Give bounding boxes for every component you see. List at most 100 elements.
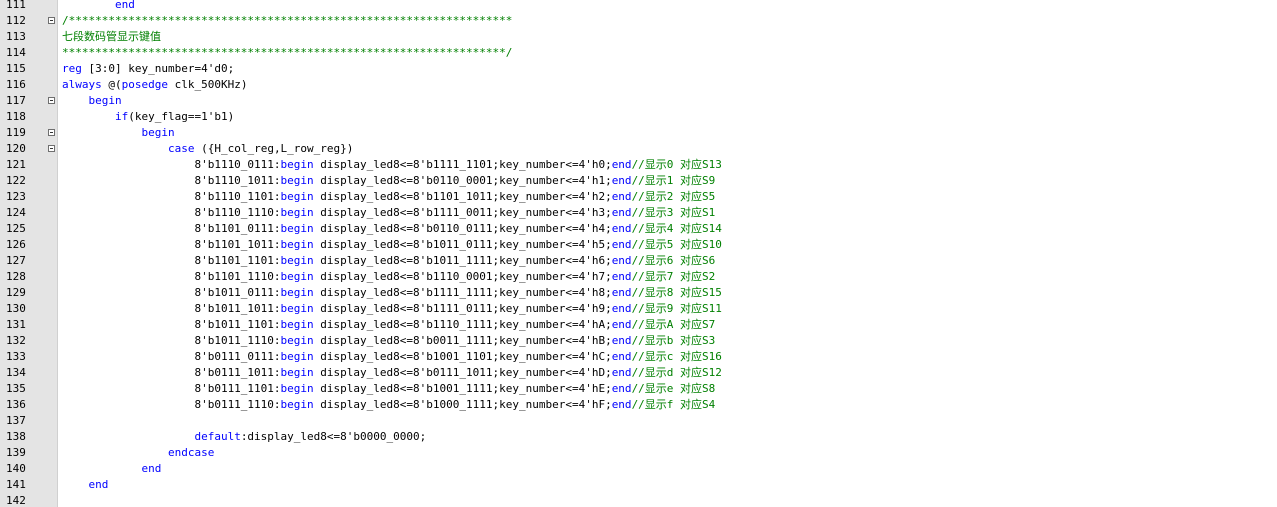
code-text[interactable]: 8'b0111_0111:begin display_led8<=8'b1001… bbox=[62, 349, 721, 365]
code-text[interactable]: ****************************************… bbox=[62, 45, 512, 61]
code-text[interactable]: 8'b1011_1011:begin display_led8<=8'b1111… bbox=[62, 301, 721, 317]
code-token: clk_500KHz) bbox=[167, 78, 248, 91]
code-line[interactable]: 130 8'b1011_1011:begin display_led8<=8'b… bbox=[0, 301, 1277, 317]
code-line[interactable]: 141 end bbox=[0, 477, 1277, 493]
keyword-token: begin bbox=[280, 366, 314, 379]
code-text[interactable]: 8'b1110_1011:begin display_led8<=8'b0110… bbox=[62, 173, 715, 189]
comment-token: //显示e 对应S8 bbox=[631, 382, 716, 395]
keyword-token: begin bbox=[280, 382, 314, 395]
fold-collapse-icon[interactable] bbox=[48, 129, 55, 136]
code-text[interactable]: end bbox=[62, 461, 161, 477]
code-line[interactable]: 111 end bbox=[0, 0, 1277, 13]
code-line[interactable]: 127 8'b1101_1101:begin display_led8<=8'b… bbox=[0, 253, 1277, 269]
code-line[interactable]: 128 8'b1101_1110:begin display_led8<=8'b… bbox=[0, 269, 1277, 285]
code-line[interactable]: 126 8'b1101_1011:begin display_led8<=8'b… bbox=[0, 237, 1277, 253]
keyword-token: end bbox=[611, 238, 632, 251]
code-line[interactable]: 142 bbox=[0, 493, 1277, 507]
fold-collapse-icon[interactable] bbox=[48, 97, 55, 104]
code-token: 8'b0111_1110: bbox=[62, 398, 281, 411]
comment-token: //显示6 对应S6 bbox=[631, 254, 716, 267]
code-text[interactable]: 8'b1101_1110:begin display_led8<=8'b1110… bbox=[62, 269, 715, 285]
code-token: display_led8<=8'b1111_0111;key_number<=4… bbox=[313, 302, 612, 315]
code-line[interactable]: 133 8'b0111_0111:begin display_led8<=8'b… bbox=[0, 349, 1277, 365]
line-number: 117 bbox=[6, 94, 26, 107]
code-line[interactable]: 132 8'b1011_1110:begin display_led8<=8'b… bbox=[0, 333, 1277, 349]
line-number: 136 bbox=[6, 398, 26, 411]
code-text[interactable]: 8'b0111_1011:begin display_led8<=8'b0111… bbox=[62, 365, 721, 381]
code-line[interactable]: 115 reg [3:0] key_number=4'd0; bbox=[0, 61, 1277, 77]
code-text[interactable]: reg [3:0] key_number=4'd0; bbox=[62, 61, 234, 77]
code-line[interactable]: 114 *************************************… bbox=[0, 45, 1277, 61]
code-text[interactable]: 8'b1110_0111:begin display_led8<=8'b1111… bbox=[62, 157, 721, 173]
code-text[interactable]: 七段数码管显示键值 bbox=[62, 29, 161, 45]
code-text[interactable]: end bbox=[62, 477, 109, 493]
code-text[interactable]: begin bbox=[62, 93, 122, 109]
code-line[interactable]: 118 if(key_flag==1'b1) bbox=[0, 109, 1277, 125]
code-line[interactable]: 125 8'b1101_0111:begin display_led8<=8'b… bbox=[0, 221, 1277, 237]
code-line[interactable]: 119 begin bbox=[0, 125, 1277, 141]
code-text[interactable]: endcase bbox=[62, 445, 214, 461]
code-text[interactable]: if(key_flag==1'b1) bbox=[62, 109, 234, 125]
line-number: 123 bbox=[6, 190, 26, 203]
code-text[interactable]: 8'b1011_1101:begin display_led8<=8'b1110… bbox=[62, 317, 715, 333]
code-text[interactable]: always @(posedge clk_500KHz) bbox=[62, 77, 247, 93]
code-text[interactable]: 8'b1011_0111:begin display_led8<=8'b1111… bbox=[62, 285, 721, 301]
fold-collapse-icon[interactable] bbox=[48, 145, 55, 152]
code-line[interactable]: 140 end bbox=[0, 461, 1277, 477]
keyword-token: end bbox=[141, 462, 162, 475]
code-line[interactable]: 134 8'b0111_1011:begin display_led8<=8'b… bbox=[0, 365, 1277, 381]
code-line[interactable]: 116 always @(posedge clk_500KHz) bbox=[0, 77, 1277, 93]
keyword-token: end bbox=[611, 334, 632, 347]
code-line[interactable]: 120 case ({H_col_reg,L_row_reg}) bbox=[0, 141, 1277, 157]
code-text[interactable]: 8'b1110_1110:begin display_led8<=8'b1111… bbox=[62, 205, 715, 221]
code-line[interactable]: 131 8'b1011_1101:begin display_led8<=8'b… bbox=[0, 317, 1277, 333]
code-line[interactable]: 121 8'b1110_0111:begin display_led8<=8'b… bbox=[0, 157, 1277, 173]
code-line[interactable]: 113 七段数码管显示键值 bbox=[0, 29, 1277, 45]
keyword-token: begin bbox=[280, 238, 314, 251]
keyword-token: endcase bbox=[167, 446, 215, 459]
code-line[interactable]: 136 8'b0111_1110:begin display_led8<=8'b… bbox=[0, 397, 1277, 413]
code-text[interactable]: /***************************************… bbox=[62, 13, 512, 29]
keyword-token: case bbox=[167, 142, 195, 155]
code-text[interactable]: case ({H_col_reg,L_row_reg}) bbox=[62, 141, 353, 157]
code-text[interactable]: 8'b1101_1011:begin display_led8<=8'b1011… bbox=[62, 237, 721, 253]
code-line[interactable]: 137 bbox=[0, 413, 1277, 429]
keyword-token: end bbox=[114, 0, 135, 11]
keyword-token: end bbox=[88, 478, 109, 491]
code-line[interactable]: 129 8'b1011_0111:begin display_led8<=8'b… bbox=[0, 285, 1277, 301]
keyword-token: end bbox=[611, 190, 632, 203]
code-text[interactable]: 8'b1110_1101:begin display_led8<=8'b1101… bbox=[62, 189, 715, 205]
code-text[interactable]: default:display_led8<=8'b0000_0000; bbox=[62, 429, 426, 445]
code-line[interactable]: 138 default:display_led8<=8'b0000_0000; bbox=[0, 429, 1277, 445]
code-text[interactable]: begin bbox=[62, 125, 174, 141]
code-text[interactable]: 8'b0111_1101:begin display_led8<=8'b1001… bbox=[62, 381, 715, 397]
code-token: 8'b1110_1101: bbox=[62, 190, 281, 203]
keyword-token: begin bbox=[280, 174, 314, 187]
comment-token: //显示A 对应S7 bbox=[631, 318, 716, 331]
code-line[interactable]: 117 begin bbox=[0, 93, 1277, 109]
code-token: 8'b0111_1101: bbox=[62, 382, 281, 395]
line-number: 138 bbox=[6, 430, 26, 443]
code-token: 8'b1011_1011: bbox=[62, 302, 281, 315]
code-token: 8'b1011_1101: bbox=[62, 318, 281, 331]
line-number: 114 bbox=[6, 46, 26, 59]
code-text[interactable]: 8'b1101_1101:begin display_led8<=8'b1011… bbox=[62, 253, 715, 269]
code-text[interactable]: 8'b0111_1110:begin display_led8<=8'b1000… bbox=[62, 397, 715, 413]
code-line[interactable]: 123 8'b1110_1101:begin display_led8<=8'b… bbox=[0, 189, 1277, 205]
code-line[interactable]: 139 endcase bbox=[0, 445, 1277, 461]
code-line[interactable]: 112 /************************************… bbox=[0, 13, 1277, 29]
code-text[interactable]: 8'b1011_1110:begin display_led8<=8'b0011… bbox=[62, 333, 715, 349]
code-lines: 111 end 112/*****************************… bbox=[0, 0, 1277, 507]
code-line[interactable]: 135 8'b0111_1101:begin display_led8<=8'b… bbox=[0, 381, 1277, 397]
keyword-token: end bbox=[611, 350, 632, 363]
code-line[interactable]: 124 8'b1110_1110:begin display_led8<=8'b… bbox=[0, 205, 1277, 221]
code-line[interactable]: 122 8'b1110_1011:begin display_led8<=8'b… bbox=[0, 173, 1277, 189]
line-number: 140 bbox=[6, 462, 26, 475]
code-text[interactable]: 8'b1101_0111:begin display_led8<=8'b0110… bbox=[62, 221, 721, 237]
fold-collapse-icon[interactable] bbox=[48, 17, 55, 24]
code-text[interactable]: end bbox=[62, 0, 135, 13]
code-editor[interactable]: 111 end 112/*****************************… bbox=[0, 0, 1277, 507]
code-token: 8'b1101_0111: bbox=[62, 222, 281, 235]
